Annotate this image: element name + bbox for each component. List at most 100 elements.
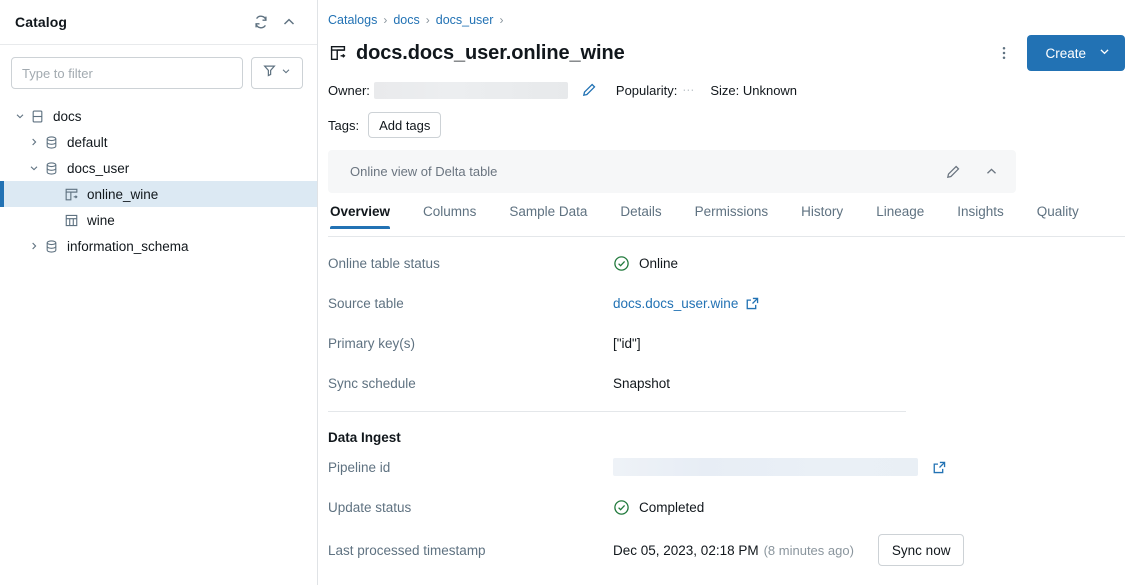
main-panel: Catalogs › docs › docs_user › docs.docs_… <box>318 0 1145 585</box>
tab-quality[interactable]: Quality <box>1037 204 1079 228</box>
search-input[interactable] <box>11 57 243 89</box>
size-label: Size: Unknown <box>710 83 797 98</box>
create-button[interactable]: Create <box>1027 35 1125 71</box>
sync-now-button[interactable]: Sync now <box>878 534 965 566</box>
breadcrumb-separator: › <box>383 13 387 27</box>
external-link-icon[interactable] <box>745 296 760 311</box>
row-primary-keys: Primary key(s) ["id"] <box>328 323 1125 363</box>
check-circle-icon <box>613 255 630 272</box>
tree-item-label: information_schema <box>67 239 189 254</box>
row-sync-schedule: Sync schedule Snapshot <box>328 363 1125 403</box>
tags-label: Tags: <box>328 118 359 133</box>
tab-bar: Overview Columns Sample Data Details Per… <box>328 204 1125 237</box>
popularity-value: ⋯ <box>682 83 693 97</box>
collapse-description-icon[interactable] <box>978 159 1004 185</box>
tree-item-information-schema[interactable]: information_schema <box>0 233 317 259</box>
catalog-sidebar: Catalog <box>0 0 318 585</box>
tab-history[interactable]: History <box>801 204 843 228</box>
schema-icon <box>42 133 60 151</box>
row-key: Online table status <box>328 256 613 271</box>
refresh-icon[interactable] <box>247 8 275 36</box>
row-key: Primary key(s) <box>328 336 613 351</box>
tab-insights[interactable]: Insights <box>957 204 1004 228</box>
online-table-icon <box>62 185 80 203</box>
popularity-label: Popularity: <box>616 83 677 98</box>
row-value <box>613 458 947 476</box>
timestamp-value: Dec 05, 2023, 02:18 PM <box>613 543 759 558</box>
overview-panel: Online table status Online Source table <box>328 237 1125 573</box>
tree-item-label: docs_user <box>67 161 129 176</box>
metadata-row: Owner: Popularity: ⋯ Size: Unknown <box>328 79 1125 101</box>
chevron-down-icon <box>280 64 292 82</box>
check-circle-icon <box>613 499 630 516</box>
add-tags-button[interactable]: Add tags <box>368 112 441 138</box>
tab-permissions[interactable]: Permissions <box>695 204 769 228</box>
row-value: Snapshot <box>613 376 670 391</box>
catalog-tree: docs default <box>0 99 317 259</box>
tree-item-label: wine <box>87 213 115 228</box>
pencil-icon[interactable] <box>578 79 600 101</box>
section-divider <box>328 411 906 412</box>
tree-item-label: docs <box>53 109 82 124</box>
row-update-status: Update status Completed <box>328 487 1125 527</box>
row-value: Dec 05, 2023, 02:18 PM (8 minutes ago) S… <box>613 534 964 566</box>
row-key: Update status <box>328 500 613 515</box>
tree-item-label: default <box>67 135 108 150</box>
row-value: ["id"] <box>613 336 641 351</box>
filter-button[interactable] <box>251 57 303 89</box>
row-key: Last processed timestamp <box>328 543 613 558</box>
pipeline-id-value-redacted <box>613 458 918 476</box>
chevron-down-icon[interactable] <box>12 108 28 124</box>
sidebar-filter-row <box>0 45 317 99</box>
sidebar-header: Catalog <box>0 0 317 45</box>
tree-item-default[interactable]: default <box>0 129 317 155</box>
funnel-icon <box>262 63 277 83</box>
description-text: Online view of Delta table <box>350 164 940 179</box>
row-pipeline-id: Pipeline id <box>328 447 1125 487</box>
breadcrumb-separator: › <box>426 13 430 27</box>
tree-item-wine[interactable]: wine <box>0 207 317 233</box>
row-online-table-status: Online table status Online <box>328 243 1125 283</box>
breadcrumb-item-docs-user[interactable]: docs_user <box>436 13 494 27</box>
chevron-right-icon[interactable] <box>26 238 42 254</box>
row-value: Completed <box>613 499 704 516</box>
data-ingest-heading: Data Ingest <box>328 430 1125 445</box>
tree-item-online-wine[interactable]: online_wine <box>0 181 317 207</box>
tags-row: Tags: Add tags <box>328 112 1125 138</box>
owner-label: Owner: <box>328 83 370 98</box>
tab-details[interactable]: Details <box>620 204 661 228</box>
external-link-icon[interactable] <box>932 460 947 475</box>
online-table-icon <box>328 43 348 63</box>
tab-columns[interactable]: Columns <box>423 204 476 228</box>
status-text: Online <box>639 256 678 271</box>
breadcrumb-item-docs[interactable]: docs <box>393 13 419 27</box>
page-title: docs.docs_user.online_wine <box>356 42 625 65</box>
collapse-sidebar-icon[interactable] <box>275 8 303 36</box>
chevron-down-icon[interactable] <box>26 160 42 176</box>
breadcrumb: Catalogs › docs › docs_user › <box>328 8 1125 32</box>
chevron-right-icon[interactable] <box>26 134 42 150</box>
tree-item-docs-user[interactable]: docs_user <box>0 155 317 181</box>
schema-icon <box>42 237 60 255</box>
row-value: Online <box>613 255 678 272</box>
row-last-processed-timestamp: Last processed timestamp Dec 05, 2023, 0… <box>328 527 1125 573</box>
description-box: Online view of Delta table <box>328 150 1016 193</box>
tab-lineage[interactable]: Lineage <box>876 204 924 228</box>
tree-item-docs[interactable]: docs <box>0 103 317 129</box>
more-vertical-icon[interactable] <box>989 38 1019 68</box>
source-table-link[interactable]: docs.docs_user.wine <box>613 296 738 311</box>
catalog-icon <box>28 107 46 125</box>
app-root: Catalog <box>0 0 1145 585</box>
breadcrumb-item-catalogs[interactable]: Catalogs <box>328 13 377 27</box>
row-value: docs.docs_user.wine <box>613 296 760 311</box>
page-title-row: docs.docs_user.online_wine Create <box>328 36 1125 70</box>
pencil-icon[interactable] <box>940 159 966 185</box>
tab-sample-data[interactable]: Sample Data <box>509 204 587 228</box>
row-key: Sync schedule <box>328 376 613 391</box>
tree-item-label: online_wine <box>87 187 158 202</box>
table-icon <box>62 211 80 229</box>
tab-overview[interactable]: Overview <box>330 204 390 228</box>
create-button-label: Create <box>1045 46 1086 61</box>
row-source-table: Source table docs.docs_user.wine <box>328 283 1125 323</box>
row-key: Source table <box>328 296 613 311</box>
